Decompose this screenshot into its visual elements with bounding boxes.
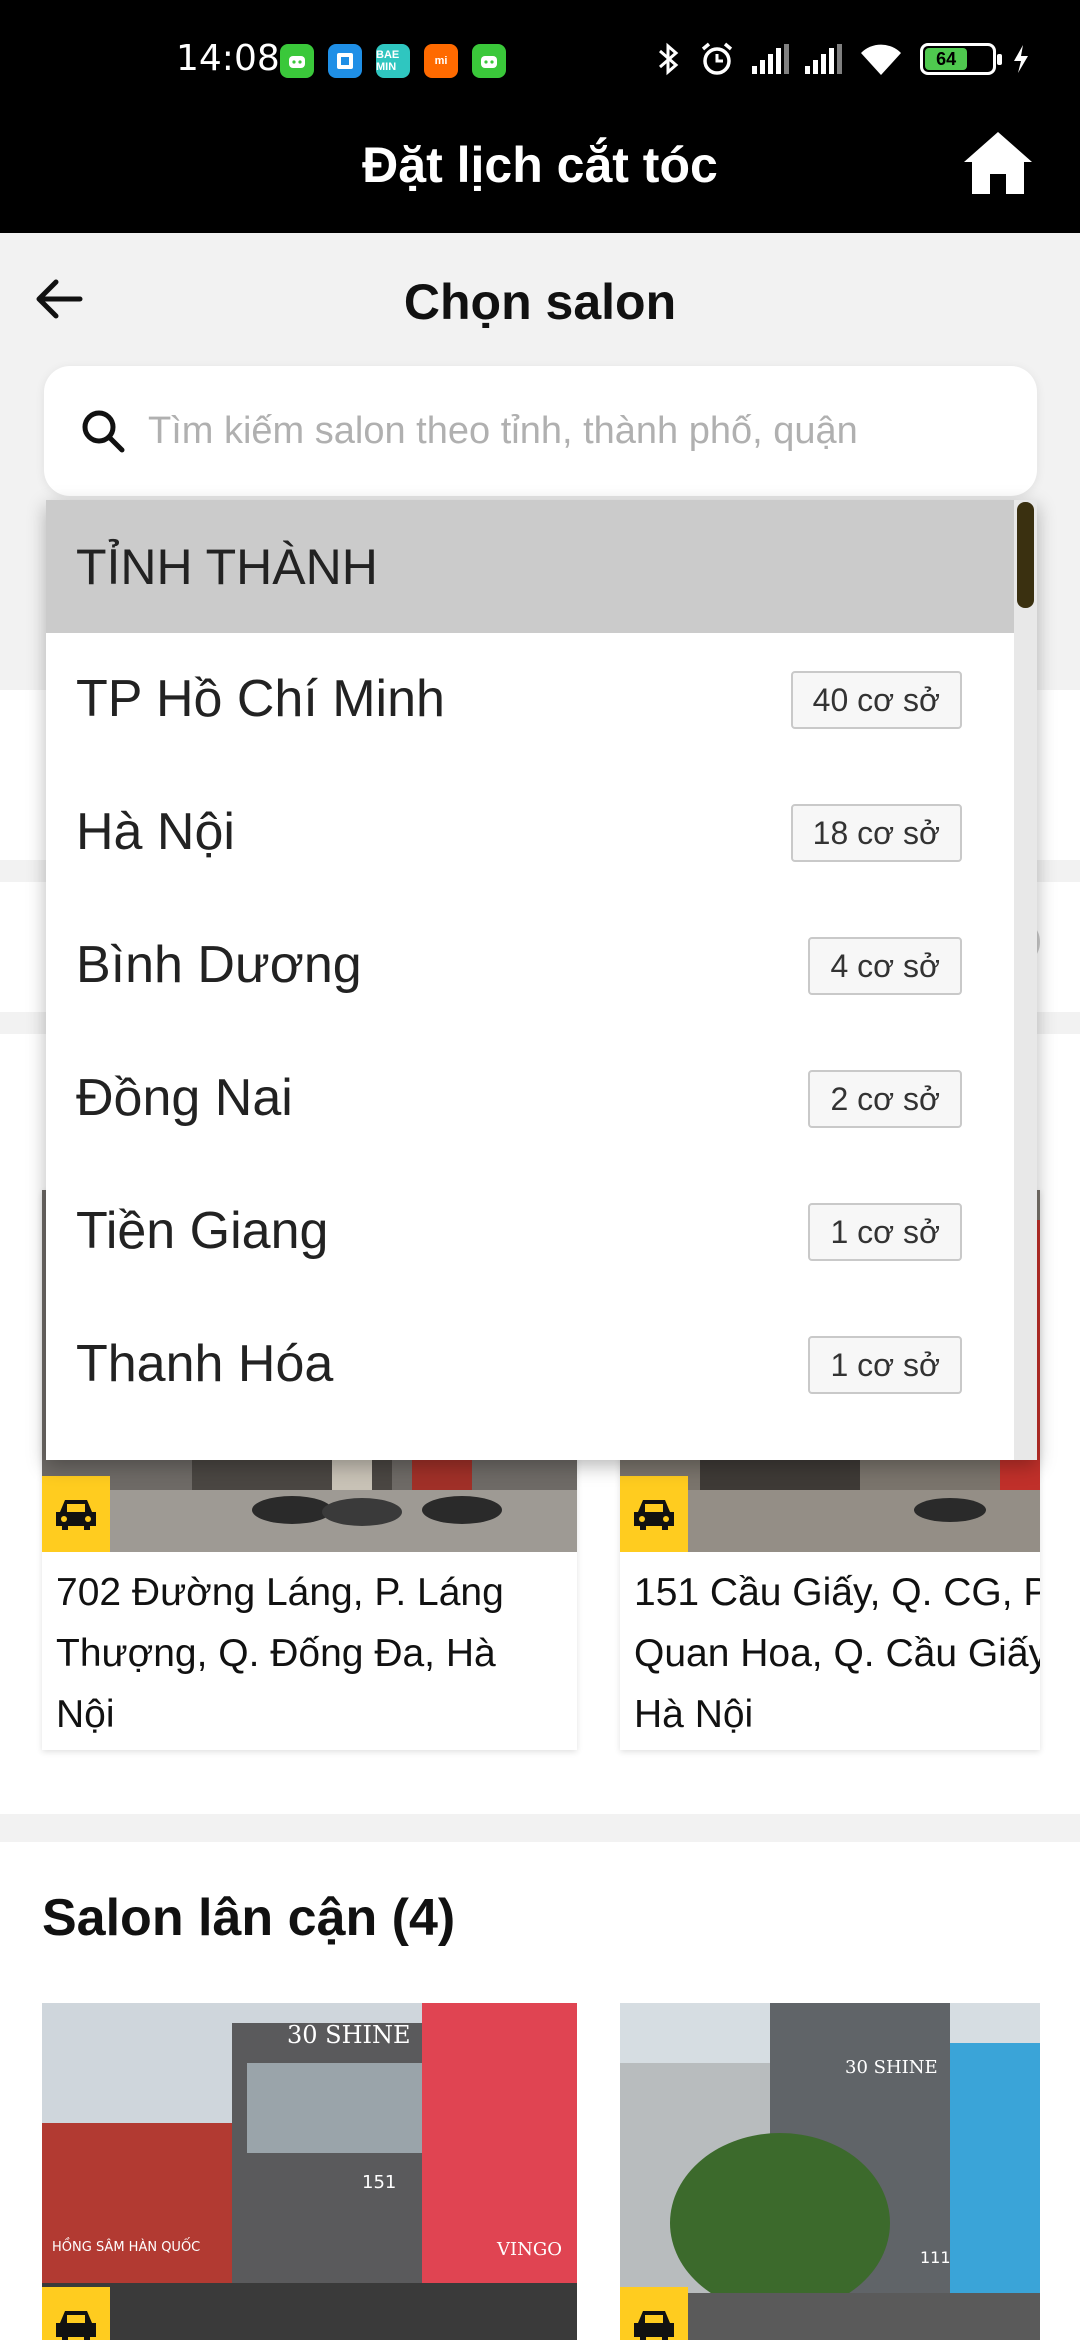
- dropdown-scroll-thumb[interactable]: [1017, 502, 1034, 608]
- search-bar[interactable]: [44, 366, 1037, 496]
- dropdown-scrollbar[interactable]: [1014, 500, 1037, 1460]
- app-bar: Đặt lịch cắt tóc: [0, 120, 1080, 233]
- wifi-icon: [861, 44, 901, 75]
- parking-badge: [42, 1476, 110, 1552]
- car-icon-2: [634, 1500, 674, 1530]
- alarm-icon: [701, 42, 733, 75]
- search-icon: [82, 410, 125, 453]
- square-app-icon: [328, 44, 362, 78]
- province-name: Tiền Giang: [76, 1202, 329, 1260]
- home-icon[interactable]: [960, 126, 1036, 202]
- signal-icon: [752, 44, 789, 74]
- parking-badge-3: [42, 2287, 110, 2340]
- province-name: Thanh Hóa: [76, 1335, 334, 1393]
- status-indicators: 64: [656, 40, 1030, 78]
- parking-badge-2: [620, 1476, 688, 1552]
- charging-icon: [1014, 45, 1028, 73]
- bluetooth-icon: [659, 42, 679, 76]
- shop-sign-text: HỒNG SÂM HÀN QUỐC: [52, 2238, 200, 2255]
- province-item[interactable]: Tiền Giang 1 cơ sở: [46, 1165, 1014, 1298]
- province-dropdown[interactable]: TỈNH THÀNH TP Hồ Chí Minh 40 cơ sở Hà Nộ…: [46, 500, 1037, 1460]
- car-icon-3: [56, 2311, 96, 2340]
- status-app-icons: BAE MIN mi: [280, 44, 506, 78]
- battery-icon: 64: [920, 43, 1002, 75]
- province-name: TP Hồ Chí Minh: [76, 670, 445, 728]
- nearby-salon-card-2[interactable]: 30 SHINE 111: [620, 2003, 1040, 2340]
- status-time: 14:08: [176, 38, 280, 79]
- nearby-salon-card[interactable]: 30 SHINE 151 HỒNG SÂM HÀN QUỐC VINGO: [42, 2003, 577, 2340]
- mi-app-icon: mi: [424, 44, 458, 78]
- province-item[interactable]: TP Hồ Chí Minh 40 cơ sở: [46, 633, 1014, 766]
- parking-badge-4: [620, 2287, 688, 2340]
- province-name: Hà Nội: [76, 803, 235, 861]
- search-input[interactable]: [148, 396, 1008, 466]
- salon-count-badge: 40 cơ sở: [790, 671, 962, 729]
- salon-sign-text-2: 30 SHINE: [845, 2057, 938, 2078]
- salon-address-2: 151 Cầu Giấy, Q. CG, P. Quan Hoa, Q. Cầu…: [634, 1571, 1040, 1736]
- app-bar-title: Đặt lịch cắt tóc: [362, 137, 718, 193]
- salon-count-badge: 4 cơ sở: [808, 937, 962, 995]
- shop-sign-text-2: VINGO: [496, 2239, 562, 2260]
- province-item[interactable]: Hà Nội 18 cơ sở: [46, 766, 1014, 899]
- salon-sign-number-2: 111: [920, 2248, 951, 2267]
- baemin-app-icon: BAE MIN: [376, 44, 410, 78]
- salon-sign-number: 151: [362, 2172, 396, 2193]
- salon-sign-text: 30 SHINE: [287, 2021, 411, 2049]
- page-title: Chọn salon: [403, 274, 677, 330]
- car-icon-4: [634, 2311, 674, 2340]
- android-app-icon: [280, 44, 314, 78]
- salon-count-badge: 18 cơ sở: [790, 804, 962, 862]
- android-app-icon-2: [472, 44, 506, 78]
- salon-count-badge: 1 cơ sở: [808, 1203, 962, 1261]
- province-name: Bình Dương: [76, 936, 362, 994]
- car-icon: [56, 1500, 96, 1530]
- salon-count-badge: 2 cơ sở: [808, 1070, 962, 1128]
- dropdown-header-label: TỈNH THÀNH: [76, 539, 378, 595]
- dropdown-header: TỈNH THÀNH: [46, 500, 1014, 633]
- province-item[interactable]: Thanh Hóa 1 cơ sở: [46, 1298, 1014, 1431]
- nearby-section-title: Salon lân cận (4): [42, 1889, 456, 1947]
- province-name: Đồng Nai: [76, 1069, 293, 1127]
- province-item[interactable]: Bình Dương 4 cơ sở: [46, 899, 1014, 1032]
- battery-level: 64: [925, 48, 968, 70]
- signal-icon-2: [805, 44, 842, 74]
- status-bar: 14:08 BAE MIN mi 64: [0, 0, 1080, 120]
- salon-address: 702 Đường Láng, P. Láng Thượng, Q. Đống …: [56, 1571, 504, 1736]
- page-header: Chọn salon: [0, 233, 1080, 363]
- province-item[interactable]: Đồng Nai 2 cơ sở: [46, 1032, 1014, 1165]
- nearby-salon-photo: 30 SHINE 151 HỒNG SÂM HÀN QUỐC VINGO: [42, 2003, 577, 2340]
- salon-count-badge: 1 cơ sở: [808, 1336, 962, 1394]
